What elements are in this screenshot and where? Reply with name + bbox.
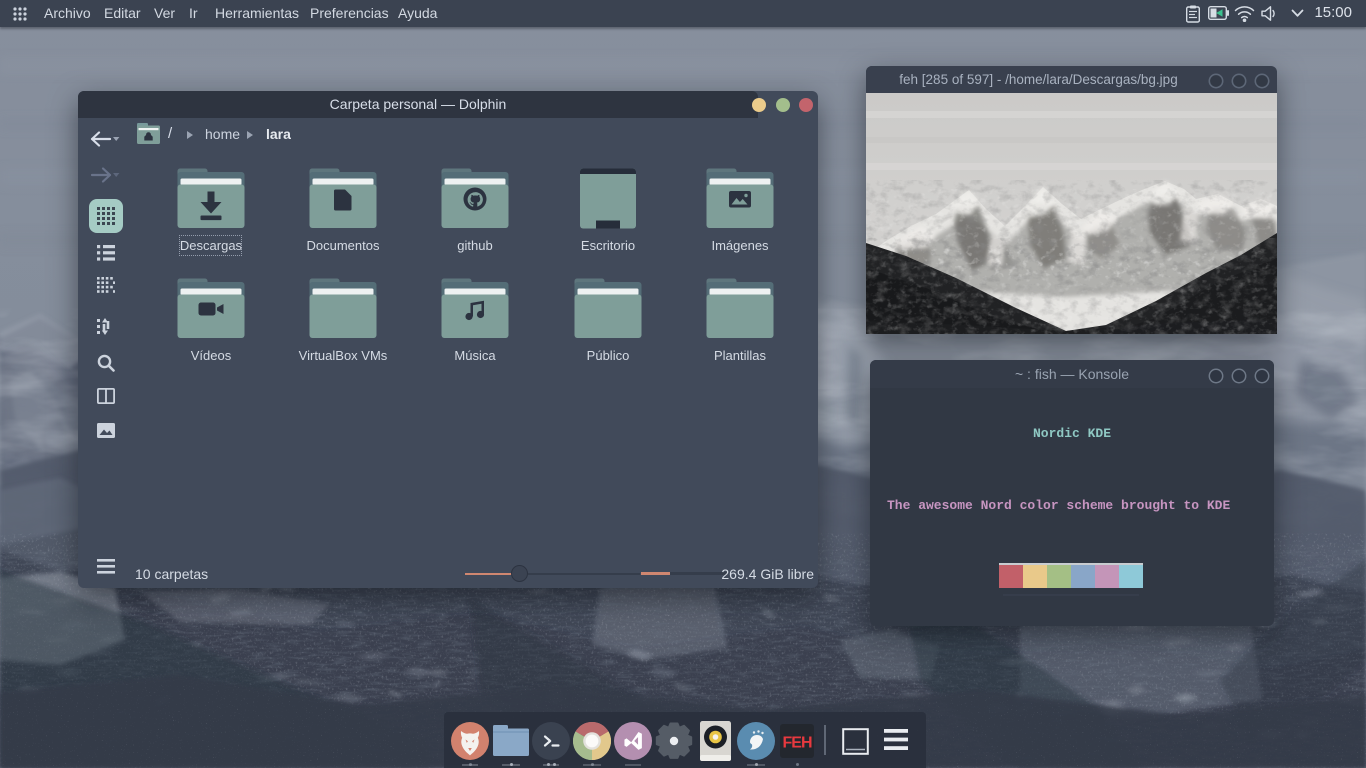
svg-text:FEH: FEH (783, 735, 812, 752)
